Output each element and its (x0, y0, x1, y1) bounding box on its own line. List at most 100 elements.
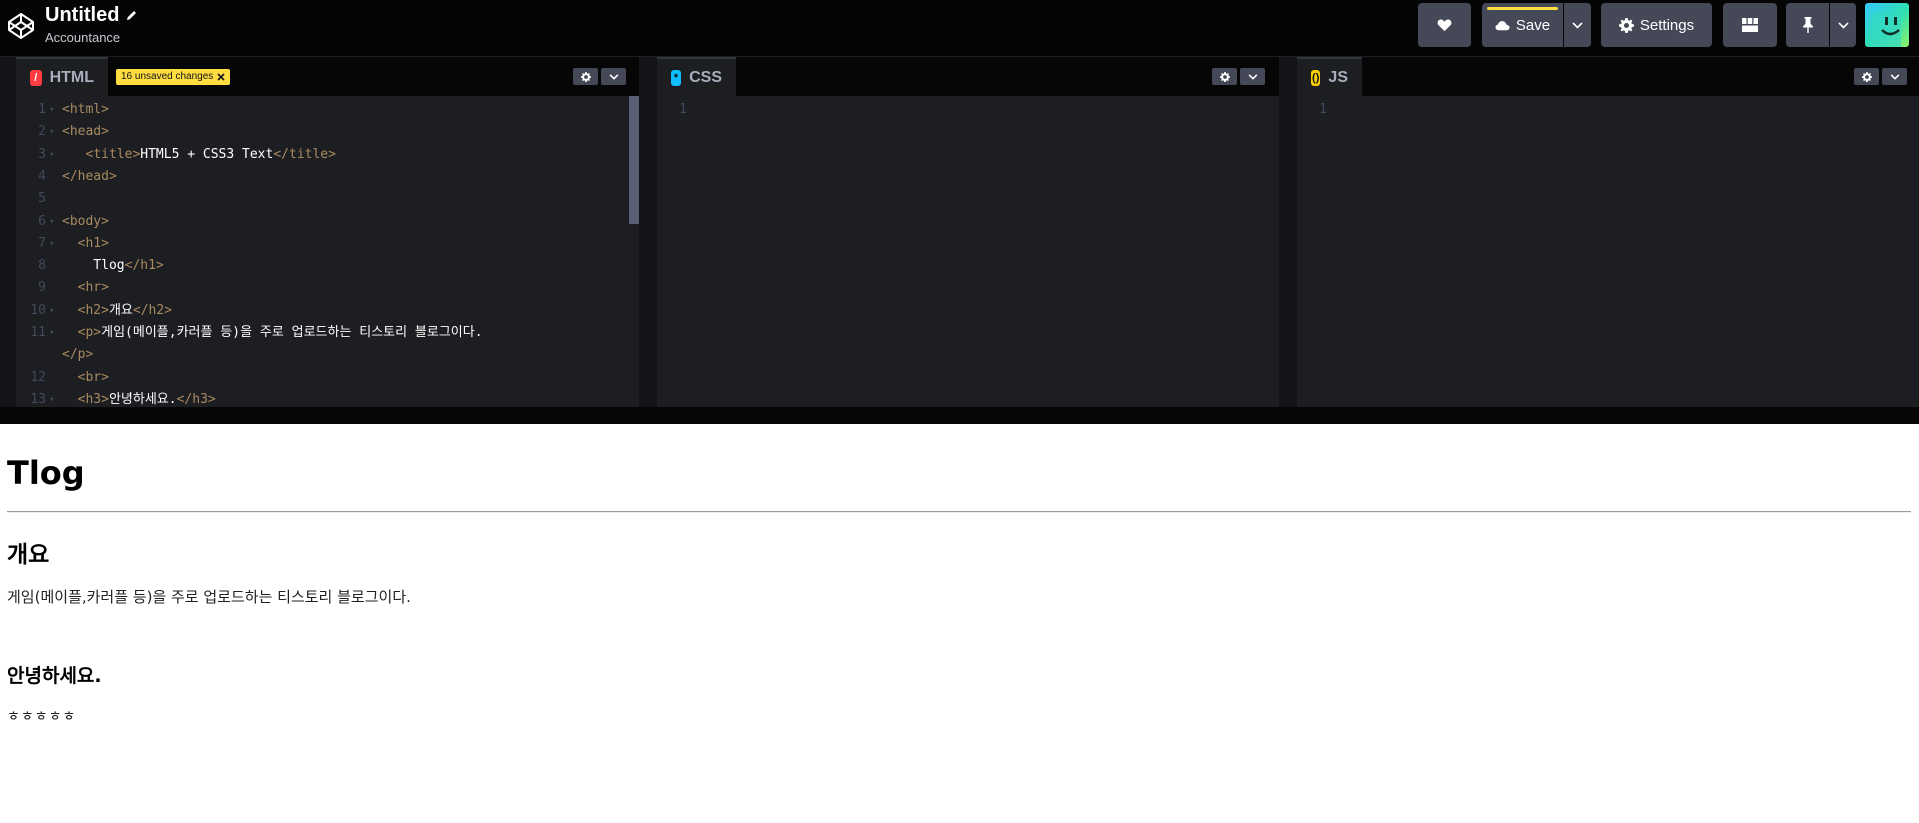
code-line[interactable]: 5 (16, 188, 639, 210)
html-editor-scrollbar[interactable] (629, 96, 639, 224)
code-content: 게임(메이플,카러플 등)을 주로 업로드하는 티스토리 블로그이다. (101, 325, 483, 340)
html-collapse-button[interactable] (601, 68, 626, 85)
code-line[interactable]: 12 <br> (16, 367, 639, 389)
fold-arrow-icon[interactable]: ▾ (49, 233, 54, 255)
code-line[interactable]: 1 ▾ <html> (16, 99, 639, 121)
css-code-area[interactable]: 1 (657, 96, 1279, 407)
heart-icon (1437, 19, 1452, 32)
js-settings-button[interactable] (1854, 68, 1879, 85)
code-line[interactable]: 11 ▾ <p>게임(메이플,카러플 등)을 주로 업로드하는 티스토리 블로그이… (16, 322, 639, 344)
html-code-area[interactable]: 1 ▾ <html> 2 ▾ <head> 3 ▾ <title>HTML5 + CSS3 T… (16, 96, 639, 407)
pencil-icon[interactable] (125, 9, 138, 22)
css-settings-button[interactable] (1212, 68, 1237, 85)
fold-arrow-icon[interactable]: ▾ (49, 99, 54, 121)
code-text: <h2>개요</h2> (62, 300, 172, 322)
code-tag: </h1> (124, 258, 164, 274)
code-content: 안녕하세요. (108, 391, 177, 407)
top-header: Untitled Accountance Save Settings (0, 0, 1919, 57)
code-content (62, 303, 78, 318)
code-line[interactable]: 13 ▾ <h3>안녕하세요.</h3> (16, 389, 639, 407)
fold-arrow-icon[interactable]: ▾ (49, 389, 54, 407)
codepen-logo-icon[interactable] (6, 11, 36, 41)
pen-author[interactable]: Accountance (45, 29, 138, 47)
preview-resize-handle[interactable] (0, 407, 1919, 424)
preview-paragraph: 게임(메이플,카러플 등)을 주로 업로드하는 티스토리 블로그이다. (7, 588, 411, 606)
css-collapse-button[interactable] (1240, 68, 1265, 85)
code-tag: </p> (62, 347, 94, 363)
code-line[interactable]: 6 ▾ <body> (16, 211, 639, 233)
code-line[interactable]: 1 (1297, 99, 1919, 121)
code-content: 개요 (108, 302, 133, 318)
code-tag: <h2> (77, 302, 109, 318)
code-text: <html> (62, 99, 109, 121)
line-number: 11 (30, 325, 46, 340)
pin-options-button[interactable] (1830, 3, 1856, 47)
fold-arrow-icon[interactable]: ▾ (49, 322, 54, 344)
code-line[interactable]: 10 ▾ <h2>개요</h2> (16, 300, 639, 322)
js-code-area[interactable]: 1 (1297, 96, 1919, 407)
css-editor[interactable]: * CSS 1 (657, 57, 1279, 407)
line-number: 12 (30, 369, 46, 385)
love-button[interactable] (1418, 3, 1471, 47)
tab-css[interactable]: * CSS (657, 57, 736, 96)
code-line[interactable]: </p> (16, 344, 639, 366)
pen-title-row[interactable]: Untitled (45, 3, 138, 27)
fold-arrow-icon[interactable]: ▾ (49, 300, 54, 322)
code-line[interactable]: 8 Tlog</h1> (16, 255, 639, 277)
pen-title[interactable]: Untitled (45, 3, 119, 27)
preview-trailing-text: ㅎㅎㅎㅎㅎ (7, 709, 77, 725)
user-avatar[interactable] (1865, 3, 1909, 47)
change-view-button[interactable] (1723, 3, 1777, 47)
code-line[interactable]: 9 <hr> (16, 277, 639, 299)
tab-js[interactable]: () JS (1297, 57, 1362, 96)
code-tag: <p> (77, 325, 102, 340)
line-number: 1 (1319, 102, 1327, 117)
code-line[interactable]: 1 (657, 99, 1279, 121)
code-text: <h1> (62, 233, 109, 255)
code-line[interactable]: 7 ▾ <h1> (16, 233, 639, 255)
tab-html-label: HTML (49, 68, 94, 86)
fold-arrow-icon[interactable]: ▾ (49, 144, 54, 166)
css-badge-icon: * (671, 69, 682, 86)
preview-heading-1: Tlog (7, 454, 85, 492)
html-editor[interactable]: / HTML 16 unsaved changes 1 ▾ <html> 2 ▾ <hea… (16, 57, 639, 407)
line-number: 3 (38, 146, 46, 162)
tab-html[interactable]: / HTML (16, 57, 108, 96)
code-tag: </title> (273, 146, 336, 162)
settings-button[interactable]: Settings (1601, 3, 1712, 47)
gear-icon (1861, 71, 1872, 82)
code-tag: <html> (62, 102, 109, 117)
pin-button[interactable] (1786, 3, 1829, 47)
code-tag: <body> (62, 213, 109, 229)
code-text: Tlog</h1> (62, 255, 164, 277)
tab-js-label: JS (1328, 68, 1348, 86)
js-collapse-button[interactable] (1882, 68, 1907, 85)
fold-arrow-icon[interactable]: ▾ (49, 211, 54, 233)
preview-heading-3: 안녕하세요. (7, 665, 102, 687)
close-icon[interactable] (217, 73, 225, 81)
preview-divider (7, 511, 1911, 513)
preview-heading-2: 개요 (7, 542, 50, 568)
code-tag: <hr> (77, 280, 109, 296)
line-number: 5 (38, 191, 46, 207)
chevron-down-icon (609, 73, 618, 80)
fold-arrow-icon[interactable]: ▾ (49, 121, 54, 143)
code-line[interactable]: 3 ▾ <title>HTML5 + CSS3 Text</title> (16, 144, 639, 166)
chevron-down-icon (1248, 73, 1257, 80)
code-tag: <h1> (77, 235, 109, 251)
code-text: <h3>안녕하세요.</h3> (62, 389, 216, 407)
save-button[interactable]: Save (1482, 3, 1563, 47)
line-number: 1 (679, 102, 687, 117)
gear-icon (1618, 17, 1634, 33)
pen-title-block: Untitled Accountance (45, 3, 138, 47)
html-badge-icon: / (30, 69, 42, 86)
js-editor[interactable]: () JS 1 (1297, 57, 1919, 407)
save-options-button[interactable] (1564, 3, 1591, 47)
line-number: 8 (38, 258, 46, 274)
code-line[interactable]: 4 </head> (16, 166, 639, 188)
code-text: <body> (62, 211, 109, 233)
html-settings-button[interactable] (573, 68, 598, 85)
code-line[interactable]: 2 ▾ <head> (16, 121, 639, 143)
unsaved-changes-badge[interactable]: 16 unsaved changes (116, 69, 231, 85)
code-content: HTML5 + CSS3 Text (140, 146, 274, 162)
